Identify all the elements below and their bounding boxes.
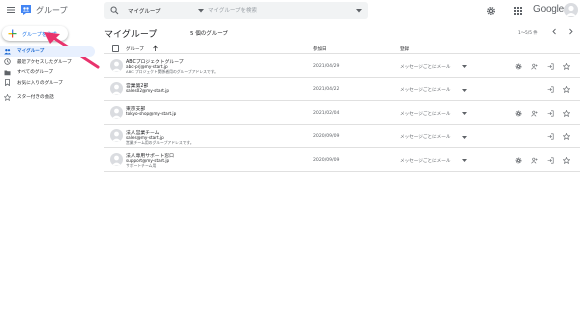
subscription-label: メッセージごとにメール [400,135,451,141]
pagination-text: 1～5/5 件 [518,31,538,36]
subscription-label: メッセージごとにメール [400,64,451,70]
create-group-label: グループを作成 [22,31,57,38]
group-list: ABCプロジェクトグループ abc-prj@my-start.jp ABC プロ… [104,54,580,172]
page-title: マイグループ [104,30,158,40]
leave-group-icon[interactable] [547,157,554,164]
leave-group-icon[interactable] [547,133,554,140]
sidebar-item-starred-conversations[interactable]: スター付きの会話 [0,92,100,103]
sidebar-item-label: マイグループ [17,49,45,55]
subscription-label: メッセージごとにメール [400,158,451,164]
settings-icon[interactable] [515,110,522,117]
group-description: 営業チーム用のグループアドレスです。 [126,139,194,145]
sidebar-item-my-groups[interactable]: マイグループ [0,46,95,57]
star-icon[interactable] [563,133,570,141]
manage-members-icon[interactable] [531,63,538,70]
group-count: 5 個のグループ [190,31,228,37]
sidebar-item-label: スター付きの会話 [17,95,54,101]
search-icon[interactable] [110,6,119,15]
chevron-down-icon [462,88,467,92]
chevron-down-icon [198,9,204,13]
top-bar: グループ マイグループ Google [0,0,580,22]
chevron-left-icon[interactable] [551,28,558,35]
table-row[interactable]: 法人営業チーム sales@my-start.jp 営業チーム用のグループアドレ… [104,125,580,149]
group-avatar [110,152,123,166]
table-row[interactable]: 東京支部 tokyo-shop@my-start.jp 2021/02/04 メ… [104,101,580,125]
sidebar-item-label: すべてのグループ [17,70,53,76]
group-avatar [110,129,123,143]
star-icon[interactable] [563,156,570,164]
select-all-checkbox[interactable] [112,44,119,52]
chevron-down-icon [462,159,467,163]
subscription-select[interactable]: メッセージごとにメール [400,157,470,164]
subscription-select[interactable]: メッセージごとにメール [400,110,470,117]
star-icon[interactable] [563,86,570,94]
group-email: tokyo-shop@my-start.jp [126,111,177,117]
subscription-select[interactable]: メッセージごとにメール [400,87,470,94]
search-options-chevron-icon[interactable] [356,9,362,13]
table-row[interactable]: 営業第2部 sales02@my-start.jp 2021/04/22 メッセ… [104,78,580,102]
search-scope-label: マイグループ [128,9,161,15]
manage-members-icon[interactable] [531,157,538,164]
menu-icon[interactable] [6,5,16,15]
manage-members-icon[interactable] [531,110,538,117]
settings-icon[interactable] [486,6,496,16]
settings-icon[interactable] [515,63,522,70]
joined-date: 2021/02/04 [313,110,340,116]
sidebar-item-all-groups[interactable]: すべてのグループ [0,67,100,78]
chevron-down-icon [462,112,467,116]
create-group-button[interactable]: グループを作成 [2,26,68,41]
group-avatar [110,58,123,72]
joined-date: 2021/04/22 [313,87,340,93]
sidebar-item-recent-groups[interactable]: 最近アクセスしたグループ [0,57,100,68]
google-logo[interactable]: Google [533,4,564,15]
sidebar: マイグループ 最近アクセスしたグループ すべてのグループ お気に入りのグループ … [0,46,100,103]
plus-icon [8,29,17,38]
search-scope-select[interactable]: マイグループ [128,2,208,19]
group-email: sales02@my-start.jp [126,87,170,93]
search-bar: マイグループ [104,2,368,19]
apps-grid-icon[interactable] [513,6,523,16]
folder-icon [4,70,11,76]
group-description: サポートチーム用 [126,163,157,169]
leave-group-icon[interactable] [547,110,554,117]
chevron-down-icon [462,135,467,139]
sidebar-item-favorite-groups[interactable]: お気に入りのグループ [0,78,100,89]
search-input[interactable] [208,2,348,19]
people-icon [4,48,11,55]
group-avatar [110,105,123,119]
chevron-right-icon[interactable] [567,28,574,35]
chevron-down-icon [462,65,467,68]
star-icon[interactable] [563,109,570,117]
bookmark-icon [5,79,10,87]
clock-icon [4,58,11,65]
group-description: ABC プロジェクト関係者用のグループアドレスです。 [126,69,218,74]
table-row[interactable]: ABCプロジェクトグループ abc-prj@my-start.jp ABC プロ… [104,54,580,78]
star-icon [4,93,11,101]
column-header-group[interactable]: グループ [126,46,144,52]
settings-icon[interactable] [515,157,522,164]
sidebar-item-label: 最近アクセスしたグループ [17,59,72,65]
leave-group-icon[interactable] [547,86,554,93]
leave-group-icon[interactable] [547,63,554,70]
groups-logo-icon [21,5,31,15]
sort-arrow-up-icon[interactable] [152,45,159,52]
subscription-select[interactable]: メッセージごとにメール [400,134,470,141]
sidebar-item-label: お気に入りのグループ [17,80,63,86]
subscription-label: メッセージごとにメール [400,111,451,117]
joined-date: 2021/04/29 [313,63,340,69]
table-row[interactable]: 法人専用サポート窓口 support@my-start.jp サポートチーム用 … [104,148,580,172]
column-header-joined[interactable]: 参加日 [313,46,327,52]
subscription-select[interactable]: メッセージごとにメール [400,63,470,70]
star-icon[interactable] [563,62,570,70]
account-avatar[interactable] [564,3,578,17]
app-title[interactable]: グループ [36,5,68,16]
group-avatar [110,82,123,96]
joined-date: 2020/09/09 [313,157,340,163]
table-header: グループ 参加日 登録 [104,42,580,54]
column-header-subscription: 登録 [400,46,409,52]
subscription-label: メッセージごとにメール [400,88,451,94]
joined-date: 2020/09/09 [313,134,340,140]
